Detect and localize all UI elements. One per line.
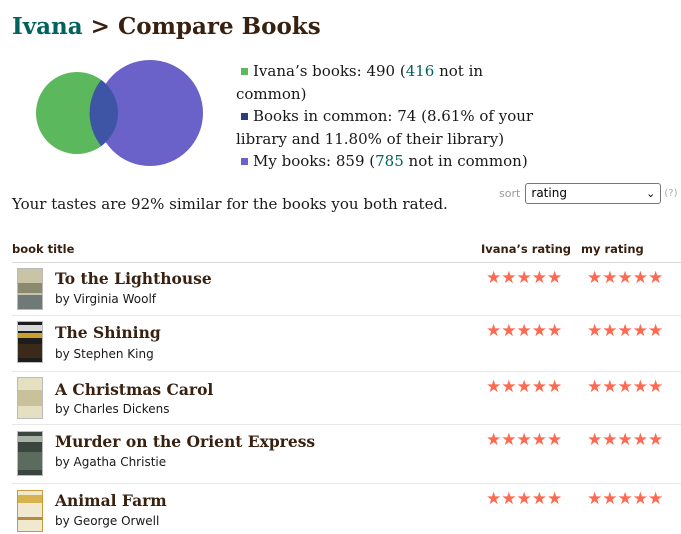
book-cover[interactable] — [17, 321, 43, 363]
legend-common-books: Books in common: 74 (8.61% of your libra… — [236, 107, 534, 148]
book-title-link[interactable]: To the Lighthouse — [55, 269, 212, 288]
venn-diagram — [36, 60, 203, 166]
my-books-swatch — [241, 157, 248, 165]
book-title-link[interactable]: Animal Farm — [55, 491, 167, 510]
sort-help-link[interactable]: (?) — [664, 188, 677, 199]
book-cover[interactable] — [17, 490, 43, 532]
venn-legend: Ivana’s books: 490 (416 not in common) B… — [236, 60, 546, 173]
column-header-my-rating[interactable]: my rating — [581, 242, 644, 256]
my-rating-stars[interactable]: ★★★★★ — [587, 489, 663, 509]
my-not-common-link[interactable]: 785 — [375, 152, 404, 170]
chevron-down-icon: ⌄ — [646, 187, 656, 200]
table-row: Animal Farm by George Orwell ★★★★★ ★★★★★ — [12, 484, 681, 534]
book-author-link[interactable]: by Virginia Woolf — [55, 292, 156, 306]
book-author-link[interactable]: by Agatha Christie — [55, 455, 166, 469]
page-title: Ivana > Compare Books — [12, 13, 321, 40]
table-row: To the Lighthouse by Virginia Woolf ★★★★… — [12, 263, 681, 316]
their-books-swatch — [241, 67, 248, 75]
book-author-link[interactable]: by Charles Dickens — [55, 402, 170, 416]
my-rating-stars[interactable]: ★★★★★ — [587, 430, 663, 450]
book-author-link[interactable]: by Stephen King — [55, 347, 154, 361]
book-title-link[interactable]: A Christmas Carol — [55, 380, 213, 399]
my-rating-stars[interactable]: ★★★★★ — [587, 268, 663, 288]
sort-control: sort rating ⌄ (?) — [499, 183, 678, 204]
their-rating-stars: ★★★★★ — [486, 430, 563, 450]
user-link[interactable]: Ivana — [12, 13, 83, 40]
book-title-link[interactable]: Murder on the Orient Express — [55, 432, 315, 451]
my-rating-stars[interactable]: ★★★★★ — [587, 321, 663, 341]
column-header-their-rating[interactable]: Ivana’s rating — [481, 242, 571, 256]
breadcrumb-separator: > — [82, 13, 118, 40]
book-cover[interactable] — [17, 431, 43, 476]
book-title-link[interactable]: The Shining — [55, 323, 161, 342]
common-books-swatch — [241, 112, 248, 120]
sort-selected-value: rating — [531, 186, 567, 200]
book-cover[interactable] — [17, 377, 43, 419]
book-author-link[interactable]: by George Orwell — [55, 514, 159, 528]
their-rating-stars: ★★★★★ — [486, 268, 563, 288]
table-row: Murder on the Orient Express by Agatha C… — [12, 425, 681, 484]
similarity-text: Your tastes are 92% similar for the book… — [12, 195, 448, 213]
column-header-book-title[interactable]: book title — [12, 242, 74, 256]
book-cover[interactable] — [17, 268, 43, 310]
my-rating-stars[interactable]: ★★★★★ — [587, 377, 663, 397]
table-row: The Shining by Stephen King ★★★★★ ★★★★★ — [12, 316, 681, 372]
their-not-common-link[interactable]: 416 — [406, 62, 435, 80]
sort-label: sort — [499, 187, 521, 200]
their-rating-stars: ★★★★★ — [486, 489, 563, 509]
legend-their-books: Ivana’s books: 490 (416 not in common) — [236, 62, 484, 103]
page-title-text: Compare Books — [117, 13, 321, 40]
their-rating-stars: ★★★★★ — [486, 377, 563, 397]
legend-my-books: My books: 859 (785 not in common) — [236, 150, 546, 173]
table-row: A Christmas Carol by Charles Dickens ★★★… — [12, 372, 681, 425]
their-rating-stars: ★★★★★ — [486, 321, 563, 341]
sort-select[interactable]: rating ⌄ — [525, 183, 662, 204]
